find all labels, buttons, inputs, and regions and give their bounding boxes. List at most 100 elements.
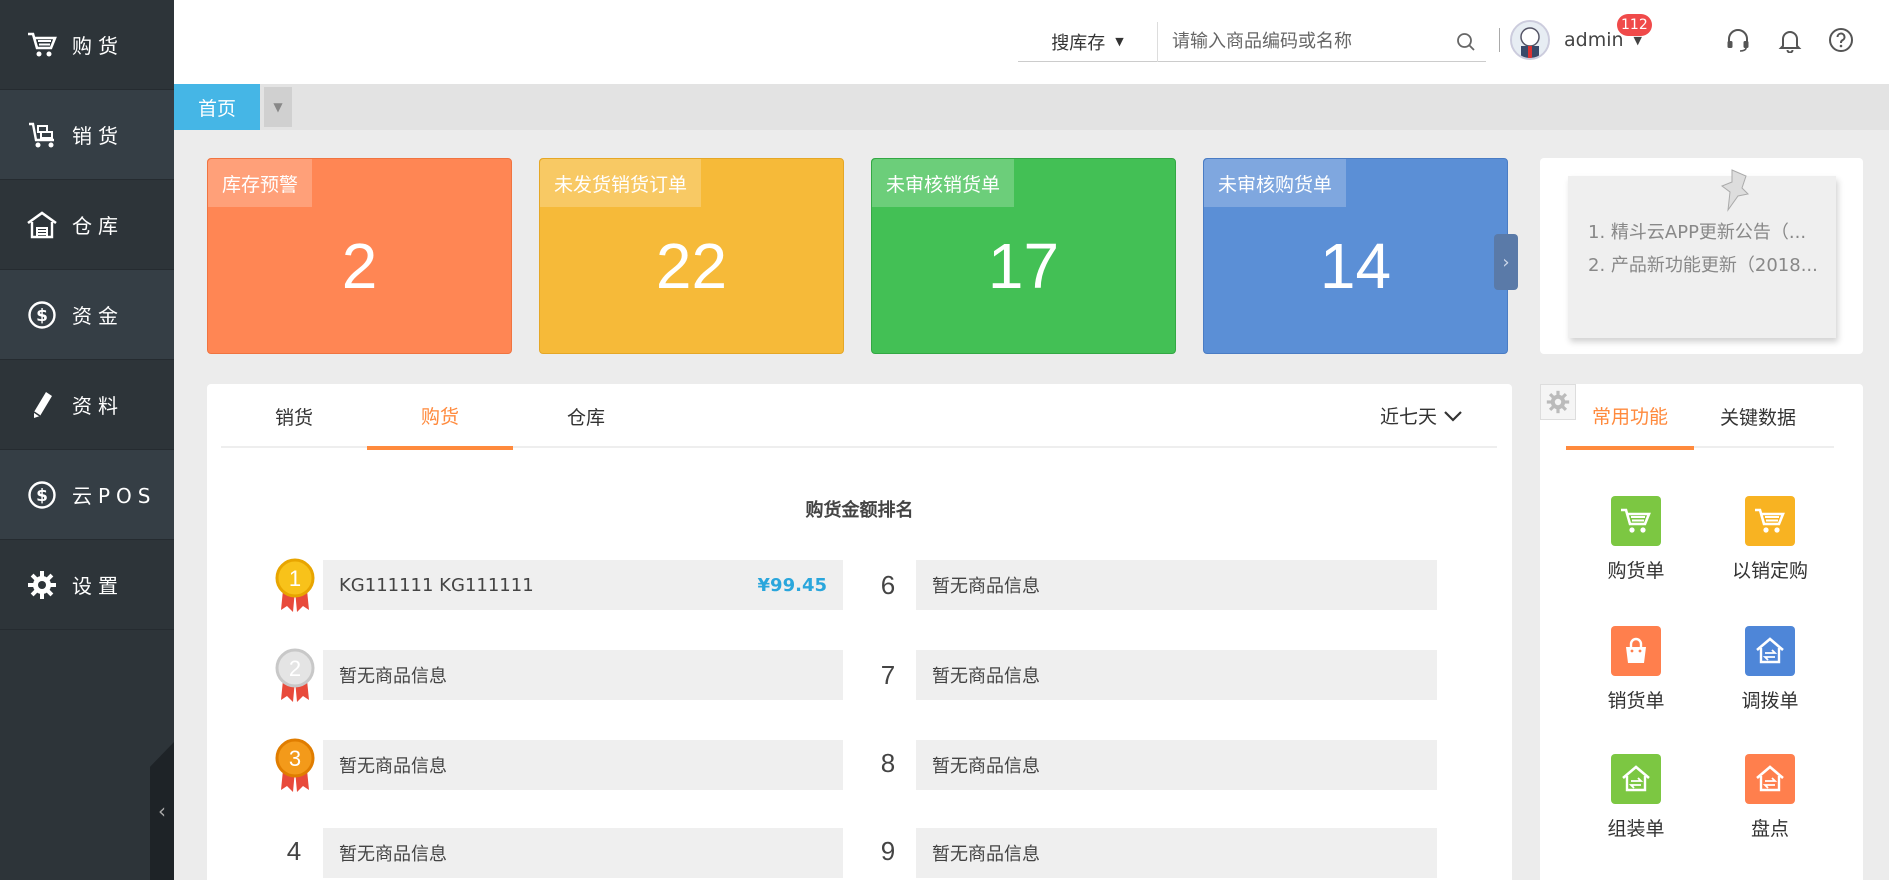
notice-item[interactable]: 1. 精斗云APP更新公告（... (1588, 216, 1816, 249)
function-label: 盘点 (1750, 818, 1789, 840)
stat-card-label: 未发货销货订单 (540, 159, 702, 207)
stat-card-label: 未审核销货单 (872, 159, 1015, 207)
product-name: 暂无商品信息 (932, 666, 1040, 687)
inventory-icon (1745, 754, 1795, 804)
function-sales-order[interactable]: 销货单 (1576, 626, 1696, 713)
product-name: 暂无商品信息 (932, 576, 1040, 597)
sidebar-item-warehouse[interactable]: 仓库 (0, 180, 174, 270)
rank-number: 7 (880, 660, 896, 690)
tab-home[interactable]: 首页 (174, 84, 260, 130)
search-type-select[interactable]: 搜库存 ▼ (1018, 21, 1158, 62)
product-name: 暂无商品信息 (339, 844, 447, 865)
bell-icon[interactable] (1772, 22, 1808, 58)
ranking-row[interactable]: 暂无商品信息 (916, 740, 1437, 790)
sidebar-item-data[interactable]: 资料 (0, 360, 174, 450)
ranking-tabs: 销货 购货 仓库 近七天 (221, 384, 1497, 450)
cart-icon (26, 29, 58, 61)
notification-badge: 112 (1617, 14, 1652, 36)
page-tab-bar: 首页 ▼ (174, 84, 1889, 130)
sidebar-item-label: 设置 (72, 574, 124, 598)
tab-key-data[interactable]: 关键数据 (1694, 384, 1822, 448)
sidebar-item-sales[interactable]: 销货 (0, 90, 174, 180)
search-input[interactable] (1158, 21, 1446, 62)
bronze-medal-icon: 3 (275, 738, 315, 792)
function-label: 以销定购 (1731, 560, 1808, 582)
function-purchase-by-sales[interactable]: 以销定购 (1710, 496, 1830, 583)
function-label: 购货单 (1607, 560, 1665, 582)
tab-warehouse[interactable]: 仓库 (513, 384, 659, 448)
chevron-left-icon: ‹ (158, 799, 166, 823)
top-bar: 搜库存 ▼ admin ▼ (174, 0, 1889, 84)
rank-number: 8 (880, 748, 896, 778)
ranking-row[interactable]: KG111111 KG111111 ¥99.45 (323, 560, 843, 610)
trolley-icon (26, 119, 58, 151)
stat-card-value: 22 (655, 230, 728, 302)
functions-tabs: 常用功能 关键数据 (1566, 384, 1834, 450)
tab-common-functions[interactable]: 常用功能 (1566, 384, 1694, 450)
product-amount: ¥99.45 (757, 574, 827, 596)
dollar-icon: $ (26, 479, 58, 511)
ranking-panel: 销货 购货 仓库 近七天 购货金额排名 1 KG111111 KG111111 … (207, 384, 1512, 880)
function-label: 销货单 (1607, 690, 1665, 712)
function-purchase-order[interactable]: 购货单 (1576, 496, 1696, 583)
ranking-row[interactable]: 暂无商品信息 (323, 650, 843, 700)
product-name: KG111111 KG111111 (339, 574, 534, 596)
tab-sales[interactable]: 销货 (221, 384, 367, 448)
stat-card-label: 未审核购货单 (1204, 159, 1347, 207)
gear-icon (26, 569, 58, 601)
period-label: 近七天 (1379, 406, 1437, 428)
sidebar-item-settings[interactable]: 设置 (0, 540, 174, 630)
cart-icon (1611, 496, 1661, 546)
divider (1499, 28, 1500, 52)
tab-dropdown-button[interactable]: ▼ (264, 87, 292, 127)
sidebar-item-funds[interactable]: $ 资金 (0, 270, 174, 360)
gold-medal-icon: 1 (275, 558, 315, 612)
sidebar-collapse-button[interactable]: ‹ (150, 742, 174, 880)
search-type-label: 搜库存 (1051, 32, 1106, 54)
stat-card-stock-alert[interactable]: 库存预警 2 (207, 158, 512, 354)
username: admin (1564, 29, 1624, 51)
product-name: 暂无商品信息 (932, 756, 1040, 777)
stat-card-value: 2 (341, 230, 378, 302)
ranking-row[interactable]: 暂无商品信息 (323, 828, 843, 878)
avatar (1510, 20, 1550, 60)
ranking-row[interactable]: 暂无商品信息 (323, 740, 843, 790)
caret-down-icon: ▼ (273, 100, 283, 114)
notice-item[interactable]: 2. 产品新功能更新（2018... (1588, 249, 1816, 282)
cards-next-button[interactable]: › (1494, 234, 1518, 290)
stat-card-unapproved-sales[interactable]: 未审核销货单 17 (871, 158, 1176, 354)
headset-icon[interactable] (1720, 22, 1756, 58)
sidebar-item-label: 销货 (72, 124, 124, 148)
period-select[interactable]: 近七天 (1380, 402, 1463, 429)
tab-purchase[interactable]: 购货 (367, 384, 513, 450)
function-assembly-order[interactable]: 组装单 (1576, 754, 1696, 841)
notice-note: 1. 精斗云APP更新公告（... 2. 产品新功能更新（2018... (1568, 169, 1836, 338)
chevron-down-icon (1444, 410, 1462, 422)
pencil-icon (26, 389, 58, 421)
ranking-row[interactable]: 暂无商品信息 (916, 828, 1437, 878)
function-inventory-count[interactable]: 盘点 (1710, 754, 1830, 841)
stat-card-unapproved-purchases[interactable]: 未审核购货单 14 (1203, 158, 1508, 354)
stat-card-label: 库存预警 (208, 159, 313, 207)
ranking-row[interactable]: 暂无商品信息 (916, 560, 1437, 610)
help-icon[interactable] (1823, 22, 1859, 58)
product-name: 暂无商品信息 (339, 756, 447, 777)
stat-card-unshipped-sales-orders[interactable]: 未发货销货订单 22 (539, 158, 844, 354)
search-icon[interactable] (1446, 22, 1486, 62)
shopping-bag-icon (1611, 626, 1661, 676)
sidebar-item-label: 仓库 (72, 214, 124, 238)
function-label: 调拨单 (1741, 690, 1799, 712)
silver-medal-icon: 2 (275, 648, 315, 702)
function-label: 组装单 (1607, 818, 1665, 840)
function-transfer-order[interactable]: 调拨单 (1710, 626, 1830, 713)
sidebar-item-cloud-pos[interactable]: $ 云POS (0, 450, 174, 540)
svg-text:$: $ (36, 486, 48, 506)
pushpin-icon (1720, 169, 1750, 212)
functions-panel: 常用功能 关键数据 购货单 以销定购 销货单 调拨单 组装单 盘点 (1540, 384, 1863, 880)
rank-number: 4 (286, 836, 302, 866)
svg-text:1: 1 (289, 566, 301, 591)
warehouse-icon (26, 209, 58, 241)
ranking-row[interactable]: 暂无商品信息 (916, 650, 1437, 700)
sidebar-item-purchase[interactable]: 购货 (0, 0, 174, 90)
transfer-icon (1745, 626, 1795, 676)
